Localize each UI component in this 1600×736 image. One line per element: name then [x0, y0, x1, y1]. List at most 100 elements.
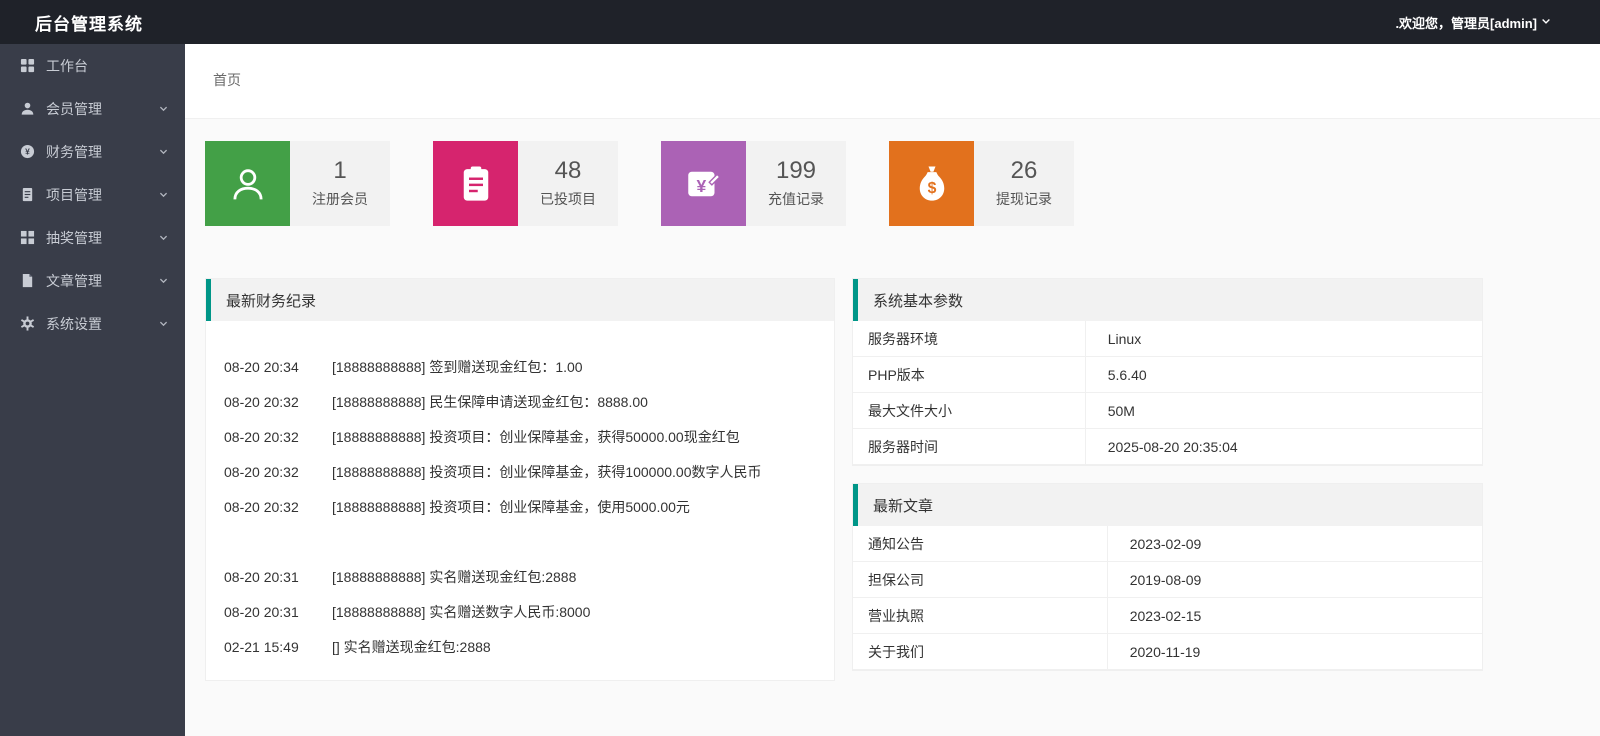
table-row: 服务器环境 Linux	[853, 321, 1482, 357]
stat-label: 注册会员	[312, 191, 368, 208]
article-name[interactable]: 通知公告	[853, 526, 1108, 561]
sidebar-item-finance[interactable]: ¥ 财务管理	[0, 130, 185, 173]
finance-record: 08-20 20:32 [18888888888] 投资项目：创业保障基金，获得…	[224, 454, 816, 489]
param-value: Linux	[1107, 330, 1142, 347]
sidebar-item-lottery[interactable]: 抽奖管理	[0, 216, 185, 259]
sidebar-item-label: 文章管理	[46, 272, 102, 289]
stat-card-invested-projects[interactable]: 48 已投项目	[433, 141, 618, 226]
document-icon	[20, 187, 35, 202]
user-icon	[20, 101, 35, 116]
stat-info: 26 提现记录	[974, 141, 1074, 226]
finance-record: 08-20 20:32 [18888888888] 投资项目：创业保障基金，获得…	[224, 419, 816, 454]
sidebar-item-label: 项目管理	[46, 186, 102, 203]
article-date: 2019-08-09	[1129, 571, 1202, 588]
panel-header: 系统基本参数	[853, 279, 1482, 321]
panels-row: 最新财务纪录 08-20 20:34 [18888888888] 签到赠送现金红…	[185, 226, 1600, 711]
param-name: 服务器时间	[853, 429, 1086, 464]
stat-value: 48	[554, 156, 582, 184]
latest-articles-panel: 最新文章 通知公告 2023-02-09 担保公司 2019-08-09 营业执…	[852, 483, 1483, 671]
finance-records-list: 08-20 20:34 [18888888888] 签到赠送现金红包：1.00 …	[206, 321, 834, 680]
finance-record: 08-20 20:31 [18888888888] 实名赠送现金红包:2888	[224, 559, 816, 594]
breadcrumb: 首页	[185, 44, 1600, 119]
record-text: [18888888888] 民生保障申请送现金红包：8888.00	[332, 393, 648, 410]
stat-cards-row: 1 注册会员 48 已投项目 ¥ 199 充值记录 $ 26 提现记录	[185, 119, 1600, 226]
chevron-down-icon	[159, 278, 168, 284]
panel-title: 系统基本参数	[873, 292, 964, 310]
record-time: 02-21 15:49	[224, 638, 299, 655]
finance-record-empty	[224, 524, 816, 559]
article-name[interactable]: 关于我们	[853, 634, 1108, 669]
clipboard-icon	[433, 141, 518, 226]
stat-info: 48 已投项目	[518, 141, 618, 226]
record-text: [18888888888] 签到赠送现金红包：1.00	[332, 358, 583, 375]
chevron-down-icon	[159, 149, 168, 155]
record-text: [18888888888] 实名赠送数字人民币:8000	[332, 603, 591, 620]
sidebar-item-workbench[interactable]: 工作台	[0, 44, 185, 87]
sidebar-item-label: 工作台	[46, 57, 88, 74]
record-time: 08-20 20:31	[224, 568, 299, 585]
main-content: 首页 1 注册会员 48 已投项目 ¥ 199 充值记录 $ 26 提现记录 最…	[185, 0, 1600, 736]
sidebar-item-settings[interactable]: 系统设置	[0, 302, 185, 345]
stat-card-registered-members[interactable]: 1 注册会员	[205, 141, 390, 226]
app-title: 后台管理系统	[35, 14, 143, 34]
table-row: 通知公告 2023-02-09	[853, 526, 1482, 562]
stat-value: 26	[1010, 156, 1038, 184]
user-icon	[205, 141, 290, 226]
article-date: 2023-02-09	[1129, 535, 1202, 552]
svg-text:¥: ¥	[696, 175, 706, 195]
chevron-down-icon	[159, 192, 168, 198]
param-name: PHP版本	[853, 357, 1086, 392]
gear-icon	[20, 316, 35, 331]
article-name[interactable]: 担保公司	[853, 562, 1108, 597]
record-time: 08-20 20:32	[224, 463, 299, 480]
system-params-panel: 系统基本参数 服务器环境 Linux PHP版本 5.6.40 最大文件大小 5…	[852, 278, 1483, 466]
param-value: 5.6.40	[1107, 366, 1147, 383]
finance-records-panel: 最新财务纪录 08-20 20:34 [18888888888] 签到赠送现金红…	[205, 278, 835, 681]
stat-card-recharge-records[interactable]: ¥ 199 充值记录	[661, 141, 846, 226]
table-row: 服务器时间 2025-08-20 20:35:04	[853, 429, 1482, 465]
table-row: 营业执照 2023-02-15	[853, 598, 1482, 634]
finance-record: 08-20 20:31 [18888888888] 实名赠送数字人民币:8000	[224, 594, 816, 629]
sidebar-item-articles[interactable]: 文章管理	[0, 259, 185, 302]
param-name: 服务器环境	[853, 321, 1086, 356]
panel-header: 最新文章	[853, 484, 1482, 526]
svg-text:¥: ¥	[25, 147, 30, 157]
panel-title: 最新财务纪录	[226, 292, 317, 310]
stat-info: 199 充值记录	[746, 141, 846, 226]
breadcrumb-home[interactable]: 首页	[213, 72, 241, 88]
stat-value: 199	[775, 156, 817, 184]
article-name[interactable]: 营业执照	[853, 598, 1108, 633]
record-time: 08-20 20:34	[224, 358, 299, 375]
chevron-down-icon	[159, 106, 168, 112]
sidebar-item-label: 财务管理	[46, 143, 102, 160]
user-menu[interactable]: .欢迎您，管理员[admin]	[1395, 13, 1600, 32]
record-time: 08-20 20:32	[224, 428, 299, 445]
record-text: [] 实名赠送现金红包:2888	[332, 638, 491, 655]
chevron-down-icon	[159, 321, 168, 327]
stat-value: 1	[333, 156, 347, 184]
stat-label: 已投项目	[540, 191, 596, 208]
sidebar-item-label: 系统设置	[46, 315, 102, 332]
article-date: 2020-11-19	[1129, 643, 1201, 660]
finance-record: 08-20 20:32 [18888888888] 民生保障申请送现金红包：88…	[224, 384, 816, 419]
stat-card-withdraw-records[interactable]: $ 26 提现记录	[889, 141, 1074, 226]
sidebar-item-members[interactable]: 会员管理	[0, 87, 185, 130]
record-text: [18888888888] 投资项目：创业保障基金，获得100000.00数字人…	[332, 463, 762, 480]
stat-label: 提现记录	[996, 191, 1052, 208]
sidebar-item-label: 会员管理	[46, 100, 102, 117]
chevron-down-icon	[1540, 15, 1552, 30]
record-time: 08-20 20:32	[224, 498, 299, 515]
table-row: 关于我们 2020-11-19	[853, 634, 1482, 670]
grid-icon	[20, 230, 35, 245]
svg-text:$: $	[927, 179, 936, 196]
sidebar: 工作台 会员管理 ¥ 财务管理 项目管理 抽奖管理 文章管理 系统设置	[0, 44, 185, 736]
yuan-icon: ¥	[20, 144, 35, 159]
chevron-down-icon	[159, 235, 168, 241]
sidebar-item-projects[interactable]: 项目管理	[0, 173, 185, 216]
stat-info: 1 注册会员	[290, 141, 390, 226]
yuan-card-icon: ¥	[661, 141, 746, 226]
record-time: 08-20 20:32	[224, 393, 299, 410]
record-text: [18888888888] 投资项目：创业保障基金，获得50000.00现金红包	[332, 428, 740, 445]
welcome-text: .欢迎您，管理员[admin]	[1395, 15, 1537, 31]
topbar: 后台管理系统 .欢迎您，管理员[admin]	[0, 0, 1600, 44]
